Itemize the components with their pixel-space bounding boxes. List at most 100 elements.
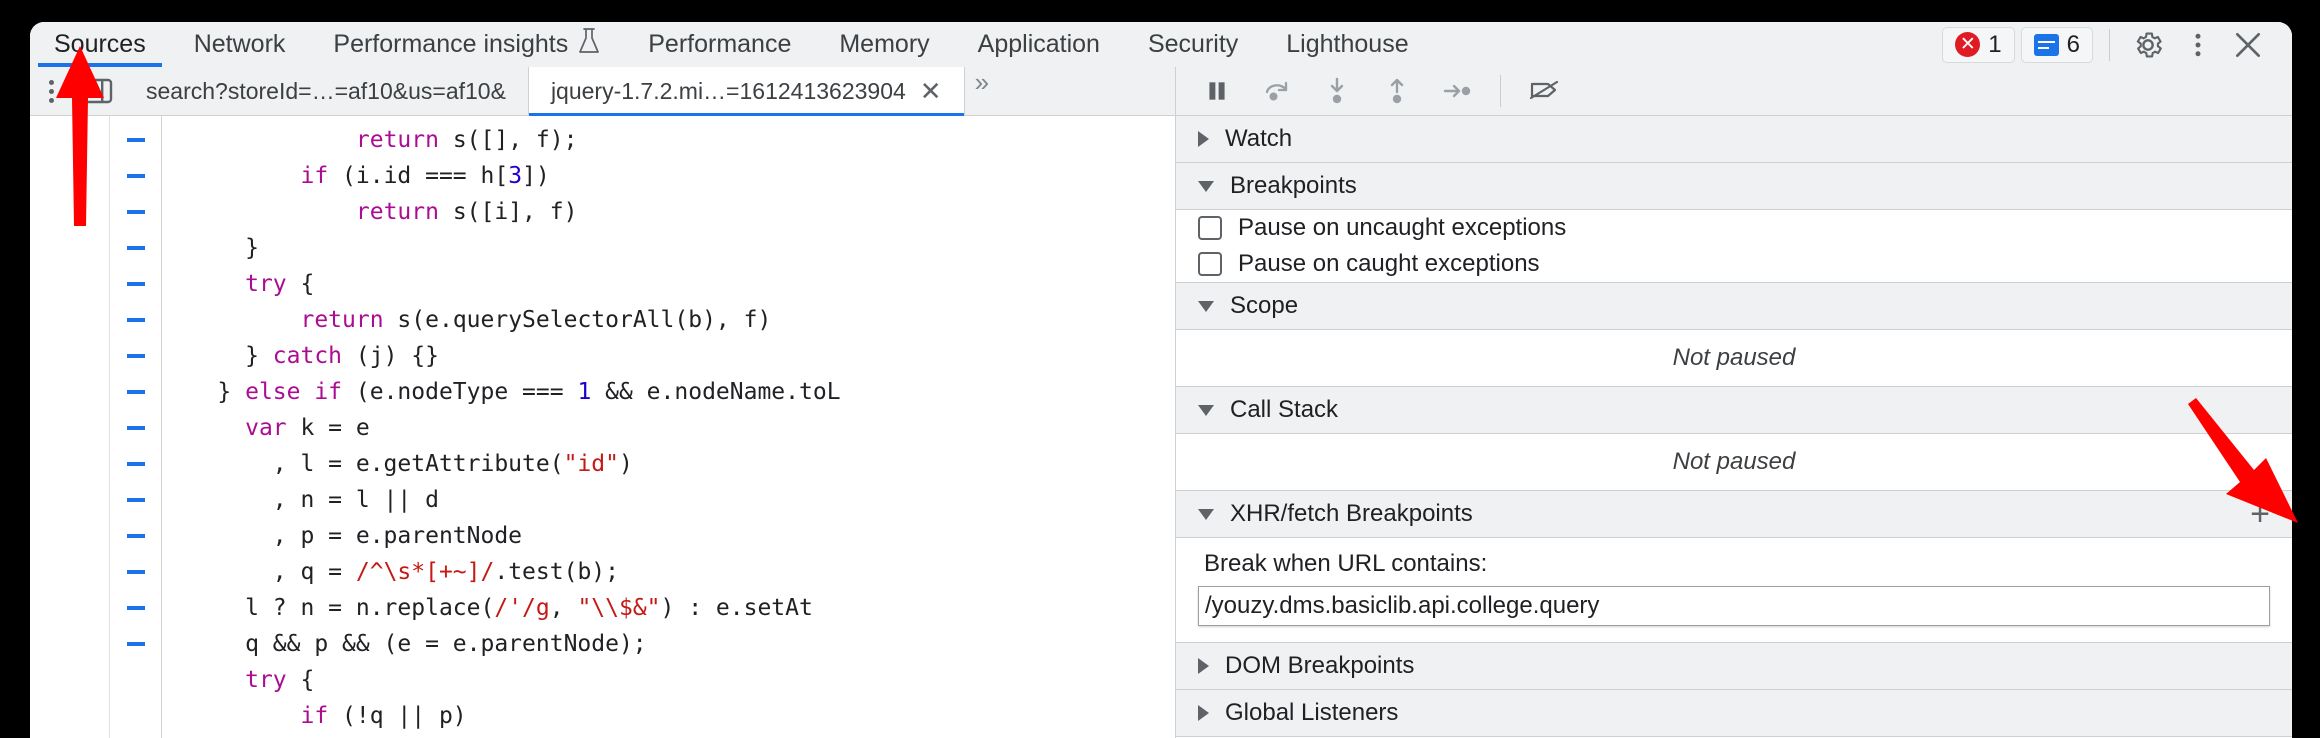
gutter-line-marker[interactable]: [110, 410, 161, 446]
code-line: , l = e.getAttribute("id"): [162, 451, 633, 477]
step-into-icon[interactable]: [1310, 69, 1364, 113]
code-line: return s(e.querySelectorAll("[id=: [162, 734, 1175, 738]
file-tabbar-kebab-menu-icon[interactable]: [30, 67, 72, 115]
section-header-watch[interactable]: Watch: [1176, 116, 2292, 163]
error-icon: ✕: [1955, 32, 1981, 57]
section-header-scope[interactable]: Scope: [1176, 283, 2292, 330]
pause-on-uncaught-exceptions-label: Pause on uncaught exceptions: [1238, 214, 1567, 241]
debugger-controls-toolbar: [1176, 67, 2292, 116]
section-body-call-stack: Not paused: [1176, 434, 2292, 491]
pause-on-caught-exceptions-row[interactable]: Pause on caught exceptions: [1176, 246, 2292, 282]
file-tab-search[interactable]: search?storeId=…=af10&us=af10&: [124, 67, 528, 115]
code-editor[interactable]: return s([], f); if (i.id === h[3]) retu…: [30, 116, 1175, 738]
section-title-watch: Watch: [1225, 125, 1293, 152]
chevron-right-icon: [1198, 705, 1209, 721]
gutter-line-marker[interactable]: [110, 338, 161, 374]
close-icon[interactable]: [2226, 23, 2270, 67]
code-line: try {: [245, 667, 315, 693]
editor-source-code[interactable]: return s([], f); if (i.id === h[3]) retu…: [162, 116, 1175, 738]
tab-performance-insights-label: Performance insights: [333, 30, 569, 58]
section-title-call-stack: Call Stack: [1230, 396, 1339, 423]
gutter-line-marker[interactable]: [110, 446, 161, 482]
file-tab-jquery-label: jquery-1.7.2.mi…=1612413623904: [550, 77, 906, 104]
code-line: return s([], f);: [355, 127, 578, 153]
message-icon: [2033, 33, 2059, 56]
chevron-down-icon: [1198, 300, 1214, 312]
code-line: , n = l || d: [162, 487, 439, 513]
section-header-breakpoints[interactable]: Breakpoints: [1176, 163, 2292, 210]
section-header-global-listeners[interactable]: Global Listeners: [1176, 690, 2292, 737]
devtools-window: Sources Network Performance insights Per…: [30, 22, 2292, 738]
xhr-url-input[interactable]: [1198, 586, 2270, 626]
editor-line-gutter[interactable]: [110, 116, 162, 738]
section-title-breakpoints: Breakpoints: [1230, 172, 1357, 199]
pause-on-caught-exceptions-checkbox[interactable]: [1198, 252, 1222, 276]
tab-lighthouse[interactable]: Lighthouse: [1262, 22, 1432, 67]
gutter-line-marker[interactable]: [110, 554, 161, 590]
tab-performance[interactable]: Performance: [624, 22, 815, 67]
sources-editor-column: search?storeId=…=af10&us=af10& jquery-1.…: [30, 67, 1176, 738]
step-out-icon[interactable]: [1370, 69, 1424, 113]
section-title-scope: Scope: [1230, 292, 1299, 319]
devtools-toolbar-right: ✕ 1 6: [1942, 22, 2292, 67]
kebab-menu-icon[interactable]: [2176, 23, 2220, 67]
section-header-dom-breakpoints[interactable]: DOM Breakpoints: [1176, 643, 2292, 690]
show-navigator-panel-icon[interactable]: [72, 67, 124, 115]
file-tab-jquery[interactable]: jquery-1.7.2.mi…=1612413623904 ✕: [527, 67, 965, 116]
gear-icon[interactable]: [2126, 23, 2170, 67]
tab-application[interactable]: Application: [954, 22, 1124, 67]
devtools-main-tabbar: Sources Network Performance insights Per…: [30, 22, 2292, 67]
add-xhr-breakpoint-button[interactable]: +: [2250, 497, 2270, 531]
tab-sources-label: Sources: [54, 30, 146, 58]
file-tabs-overflow-icon[interactable]: »: [965, 67, 999, 115]
gutter-line-marker[interactable]: [110, 302, 161, 338]
gutter-line-marker[interactable]: [110, 158, 161, 194]
toolbar-divider: [2109, 28, 2110, 61]
chevron-right-icon: [1198, 658, 1209, 674]
gutter-line-marker[interactable]: [110, 194, 161, 230]
tab-network[interactable]: Network: [170, 22, 310, 67]
devtools-body: search?storeId=…=af10&us=af10& jquery-1.…: [30, 67, 2292, 738]
tab-memory[interactable]: Memory: [815, 22, 953, 67]
code-line: var k = e: [245, 415, 370, 441]
beaker-icon: [578, 28, 600, 61]
pause-on-uncaught-exceptions-checkbox[interactable]: [1198, 216, 1222, 240]
step-icon[interactable]: [1430, 69, 1484, 113]
tab-sources[interactable]: Sources: [30, 22, 170, 67]
code-line: if (i.id === h[3]): [300, 163, 550, 189]
tab-performance-label: Performance: [648, 30, 792, 58]
gutter-line-marker[interactable]: [110, 518, 161, 554]
gutter-line-marker[interactable]: [110, 374, 161, 410]
file-tab-search-label: search?storeId=…=af10&us=af10&: [146, 77, 506, 104]
message-count-badge[interactable]: 6: [2020, 26, 2093, 63]
editor-left-margin: [30, 116, 110, 738]
section-header-call-stack[interactable]: Call Stack: [1176, 387, 2292, 434]
gutter-line-marker[interactable]: [110, 266, 161, 302]
gutter-line-marker[interactable]: [110, 626, 161, 662]
section-title-xhr-breakpoints: XHR/fetch Breakpoints: [1230, 500, 1473, 527]
file-tabbar-spacer: [999, 67, 1175, 115]
message-count-label: 6: [2066, 30, 2080, 58]
gutter-line-marker[interactable]: [110, 482, 161, 518]
code-line: , q = /^\s*[+~]/.test(b);: [162, 559, 619, 585]
file-tab-close-icon[interactable]: ✕: [920, 78, 942, 104]
chevron-right-icon: [1198, 131, 1209, 147]
gutter-line-marker[interactable]: [110, 590, 161, 626]
code-line: , p = e.parentNode: [162, 523, 523, 549]
gutter-line-marker[interactable]: [110, 230, 161, 266]
error-count-badge[interactable]: ✕ 1: [1942, 26, 2015, 63]
call-stack-empty-message: Not paused: [1672, 448, 1796, 475]
tab-security[interactable]: Security: [1124, 22, 1262, 67]
code-line: } catch (j) {}: [162, 343, 439, 369]
step-over-icon[interactable]: [1250, 69, 1304, 113]
code-line: }: [162, 235, 259, 261]
debugger-sidebar: Watch Breakpoints Pause on uncaught exce…: [1176, 67, 2292, 738]
tab-performance-insights[interactable]: Performance insights: [309, 22, 624, 67]
chevron-down-icon: [1198, 404, 1214, 416]
section-header-xhr-breakpoints[interactable]: XHR/fetch Breakpoints +: [1176, 491, 2292, 538]
pause-icon[interactable]: [1190, 69, 1244, 113]
deactivate-breakpoints-icon[interactable]: [1517, 69, 1571, 113]
gutter-line-marker[interactable]: [110, 122, 161, 158]
pause-on-uncaught-exceptions-row[interactable]: Pause on uncaught exceptions: [1176, 210, 2292, 246]
section-title-global-listeners: Global Listeners: [1225, 699, 1399, 726]
